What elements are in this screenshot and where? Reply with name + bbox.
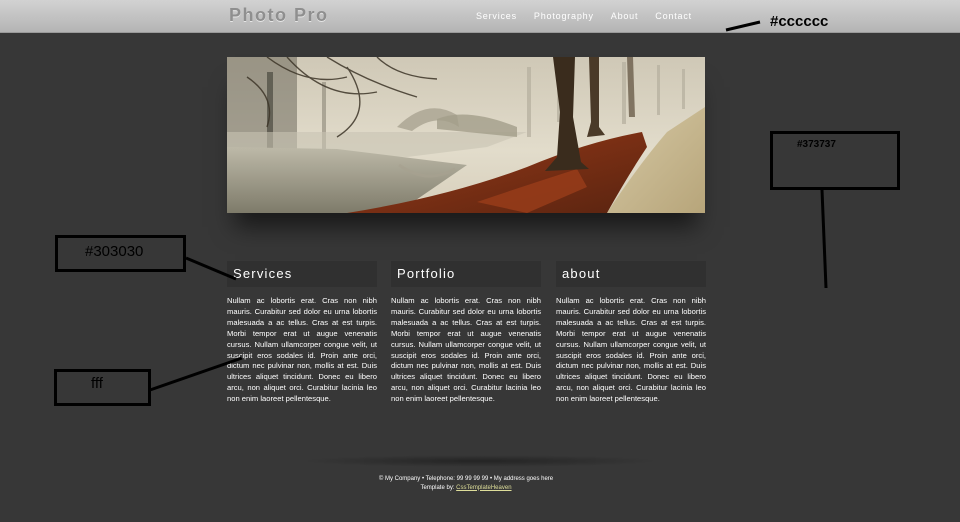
annotation-background-color: #373737 bbox=[797, 139, 836, 150]
annotation-column-header-color: #303030 bbox=[85, 243, 144, 260]
annotation-column-header-box: #303030 bbox=[55, 235, 186, 272]
annotation-text-color-box: fff bbox=[54, 369, 151, 406]
annotation-header-color: #cccccc bbox=[770, 13, 829, 30]
annotation-background-color-box: #373737 bbox=[770, 131, 900, 190]
annotation-text-color: fff bbox=[91, 375, 103, 392]
